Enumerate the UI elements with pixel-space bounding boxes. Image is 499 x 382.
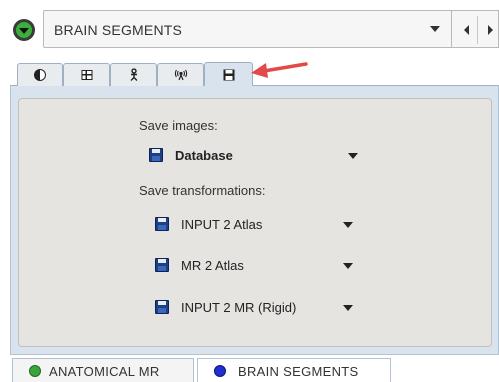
save-images-value: Database [175, 148, 233, 163]
segment-select-value: BRAIN SEGMENTS [54, 22, 183, 38]
transformation-label: INPUT 2 Atlas [181, 217, 263, 232]
chevron-down-icon[interactable] [343, 222, 353, 228]
next-arrow-icon[interactable] [488, 25, 493, 35]
save-images-label: Save images: [139, 118, 218, 133]
transformation-label: INPUT 2 MR (Rigid) [181, 300, 297, 315]
chevron-down-icon[interactable] [430, 26, 440, 32]
transformation-dropdown-input2mr[interactable]: INPUT 2 MR (Rigid) [151, 297, 361, 319]
radiate-icon [174, 69, 187, 81]
save-disk-icon [155, 300, 169, 314]
tab-grid[interactable] [63, 63, 110, 86]
save-disk-icon [223, 69, 234, 80]
tab-save[interactable] [204, 62, 253, 86]
figure-icon [130, 68, 137, 81]
contrast-icon [34, 69, 46, 81]
segment-select[interactable]: BRAIN SEGMENTS [43, 10, 456, 48]
previous-arrow-icon[interactable] [464, 25, 469, 35]
mode-dropdown-icon[interactable] [13, 19, 35, 41]
annotation-arrow-icon [251, 62, 308, 78]
transformation-label: MR 2 Atlas [181, 258, 244, 273]
save-disk-icon [155, 217, 169, 231]
tab-contrast[interactable] [17, 63, 63, 86]
grid-icon [81, 70, 92, 80]
tab-brain-segments[interactable]: BRAIN SEGMENTS [197, 358, 391, 382]
blue-dot-icon [214, 365, 226, 377]
chevron-down-icon[interactable] [348, 153, 358, 159]
save-transformations-label: Save transformations: [139, 183, 266, 198]
save-disk-icon [149, 148, 163, 162]
save-images-dropdown[interactable]: Database [146, 145, 366, 167]
green-dot-icon [29, 365, 41, 377]
nav-divider [477, 16, 478, 44]
tab-anatomical-mr[interactable]: ANATOMICAL MR [12, 358, 194, 382]
tab-figure[interactable] [110, 63, 157, 86]
tab-radiate[interactable] [157, 63, 204, 86]
transformation-dropdown-input2atlas[interactable]: INPUT 2 Atlas [151, 214, 361, 236]
bottom-tab-label: BRAIN SEGMENTS [238, 364, 359, 379]
transformation-dropdown-mr2atlas[interactable]: MR 2 Atlas [151, 255, 361, 277]
bottom-tab-label: ANATOMICAL MR [49, 364, 160, 379]
save-disk-icon [155, 258, 169, 272]
segment-nav-buttons [451, 10, 499, 48]
chevron-down-icon[interactable] [343, 263, 353, 269]
chevron-down-icon[interactable] [343, 305, 353, 311]
